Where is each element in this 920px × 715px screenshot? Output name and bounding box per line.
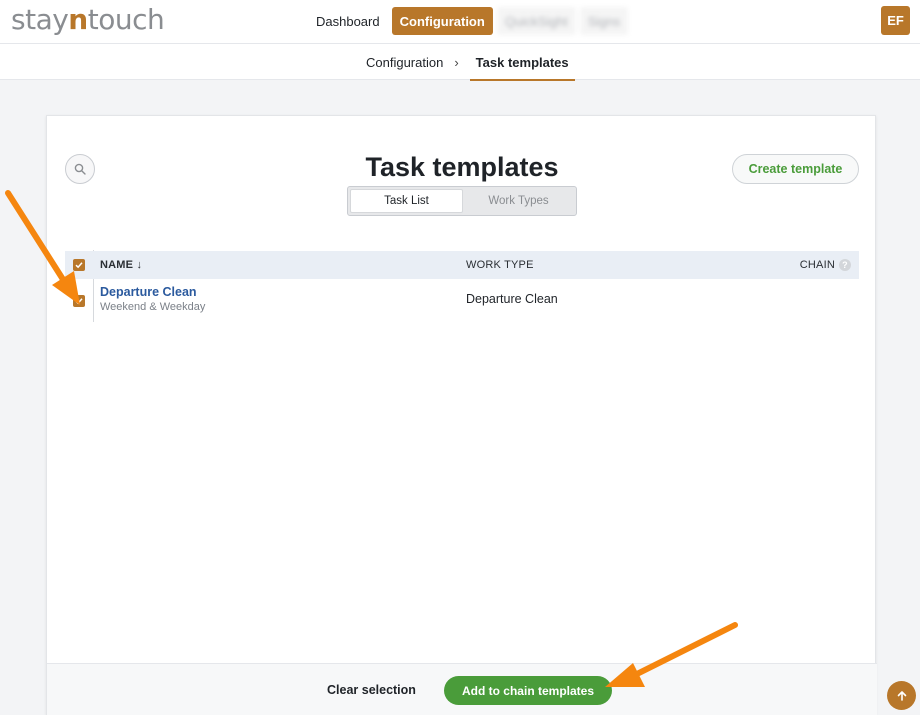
tab-work-types[interactable]: Work Types xyxy=(463,189,574,213)
checkmark-icon xyxy=(75,262,83,269)
top-nav-bar: stayntouch Dashboard Configuration Quick… xyxy=(0,0,920,44)
nav-item-dashboard[interactable]: Dashboard xyxy=(308,7,388,35)
add-to-chain-templates-button[interactable]: Add to chain templates xyxy=(444,676,612,705)
selection-footer: Clear selection Add to chain templates xyxy=(47,663,877,715)
stayntouch-logo[interactable]: stayntouch xyxy=(11,3,165,36)
nav-item-quicksight[interactable]: QuickSight xyxy=(496,7,576,35)
view-switcher: Task List Work Types xyxy=(347,186,577,216)
row-checkbox[interactable] xyxy=(73,295,85,307)
tab-task-list[interactable]: Task List xyxy=(350,189,463,213)
column-header-chain: CHAIN ? xyxy=(800,259,851,271)
template-work-type: Departure Clean xyxy=(466,292,558,306)
template-schedule: Weekend & Weekday xyxy=(100,301,206,313)
arrow-up-icon xyxy=(897,690,906,701)
table-header: NAME ↓ WORK TYPE CHAIN ? xyxy=(65,251,859,279)
scroll-to-top-button[interactable] xyxy=(887,681,916,710)
clear-selection-button[interactable]: Clear selection xyxy=(327,678,416,702)
task-templates-card: Task templates Create template Task List… xyxy=(46,115,877,715)
table-row[interactable]: Departure Clean Weekend & Weekday Depart… xyxy=(65,281,859,321)
user-avatar[interactable]: EF xyxy=(881,6,910,35)
breadcrumb-separator: › xyxy=(454,54,459,70)
breadcrumb: Configuration › Task templates xyxy=(366,44,575,81)
checkmark-icon xyxy=(75,298,83,305)
breadcrumb-bar: Configuration › Task templates xyxy=(0,44,920,81)
template-name-link[interactable]: Departure Clean xyxy=(100,285,197,299)
breadcrumb-task-templates[interactable]: Task templates xyxy=(469,44,575,81)
column-header-name[interactable]: NAME ↓ xyxy=(100,259,142,271)
column-header-work-type[interactable]: WORK TYPE xyxy=(466,259,534,271)
breadcrumb-configuration[interactable]: Configuration xyxy=(366,55,443,70)
nav-item-signs[interactable]: Signs xyxy=(579,7,629,35)
nav-item-configuration[interactable]: Configuration xyxy=(391,7,493,35)
column-header-chain-label: CHAIN xyxy=(799,259,835,271)
main-nav: Dashboard Configuration QuickSight Signs xyxy=(308,6,629,36)
help-icon[interactable]: ? xyxy=(839,259,851,271)
select-all-checkbox[interactable] xyxy=(73,259,85,271)
create-template-button[interactable]: Create template xyxy=(732,154,859,184)
